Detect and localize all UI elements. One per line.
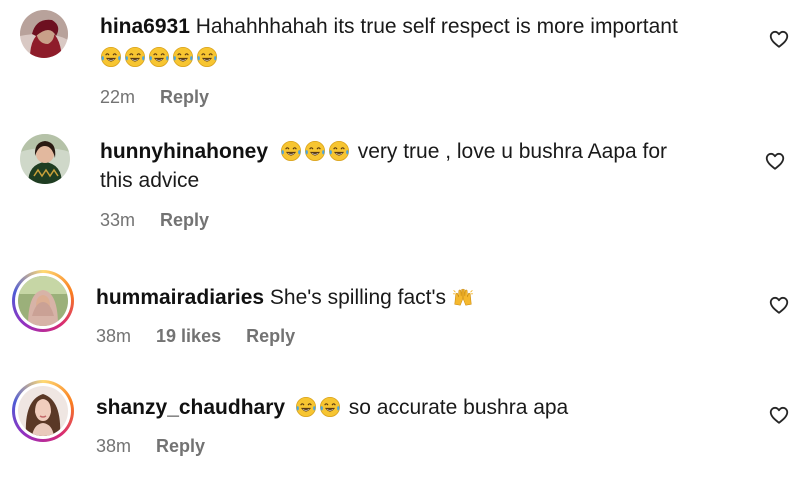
comment-meta: 38m 19 likes Reply (96, 326, 315, 347)
reply-button[interactable]: Reply (160, 210, 209, 230)
face-with-tears-of-joy-icon (280, 140, 302, 162)
face-with-tears-of-joy-icon (148, 46, 170, 68)
face-with-tears-of-joy-icon (295, 396, 317, 418)
face-with-tears-of-joy-icon (196, 46, 218, 68)
avatar-story-ring[interactable] (12, 380, 74, 442)
avatar[interactable] (20, 134, 70, 184)
emoji-group (100, 43, 740, 72)
comment-username[interactable]: hunnyhinahoney (100, 140, 268, 163)
comment-username[interactable]: shanzy_chaudhary (96, 396, 285, 419)
reply-button[interactable]: Reply (160, 87, 209, 107)
comment-list: hina6931 Hahahhhahah its true self respe… (0, 0, 800, 480)
comment-timestamp: 38m (96, 436, 132, 456)
avatar[interactable] (20, 10, 68, 58)
face-with-tears-of-joy-icon (100, 46, 122, 68)
comment-text: hummairadiaries She's spilling fact's (96, 283, 736, 312)
reply-button[interactable]: Reply (156, 436, 205, 456)
comment-body: so accurate bushra apa (348, 396, 569, 419)
comment-timestamp: 22m (100, 87, 136, 107)
comment-username[interactable]: hummairadiaries (96, 286, 264, 309)
heart-icon[interactable] (764, 150, 786, 172)
comment-body: Hahahhhahah its true self respect is mor… (195, 15, 678, 38)
heart-icon[interactable] (768, 294, 790, 316)
likes-count[interactable]: 19 likes (156, 326, 221, 346)
comment-body-continued: this advice (100, 169, 200, 192)
comment-body: very true , love u bushra Aapa for (357, 140, 668, 163)
reply-button[interactable]: Reply (246, 326, 295, 346)
heart-icon[interactable] (768, 404, 790, 426)
comment-meta: 33m Reply (100, 210, 229, 231)
face-with-tears-of-joy-icon (328, 140, 350, 162)
avatar (18, 386, 68, 436)
comment-timestamp: 33m (100, 210, 136, 230)
comment-text: hunnyhinahoney very true , love u bushra… (100, 137, 720, 195)
face-with-tears-of-joy-icon (304, 140, 326, 162)
comment-meta: 22m Reply (100, 87, 229, 108)
comment-text: hina6931 Hahahhhahah its true self respe… (100, 12, 740, 72)
face-with-tears-of-joy-icon (172, 46, 194, 68)
heart-icon[interactable] (768, 28, 790, 50)
comment-timestamp: 38m (96, 326, 132, 346)
face-with-tears-of-joy-icon (319, 396, 341, 418)
comment-text: shanzy_chaudhary so accurate bushra apa (96, 393, 736, 422)
comment-username[interactable]: hina6931 (100, 15, 190, 38)
avatar (18, 276, 68, 326)
comment-meta: 38m Reply (96, 436, 225, 457)
raising-hands-icon (452, 286, 474, 308)
face-with-tears-of-joy-icon (124, 46, 146, 68)
comment-body: She's spilling fact's (269, 286, 447, 309)
avatar-story-ring[interactable] (12, 270, 74, 332)
